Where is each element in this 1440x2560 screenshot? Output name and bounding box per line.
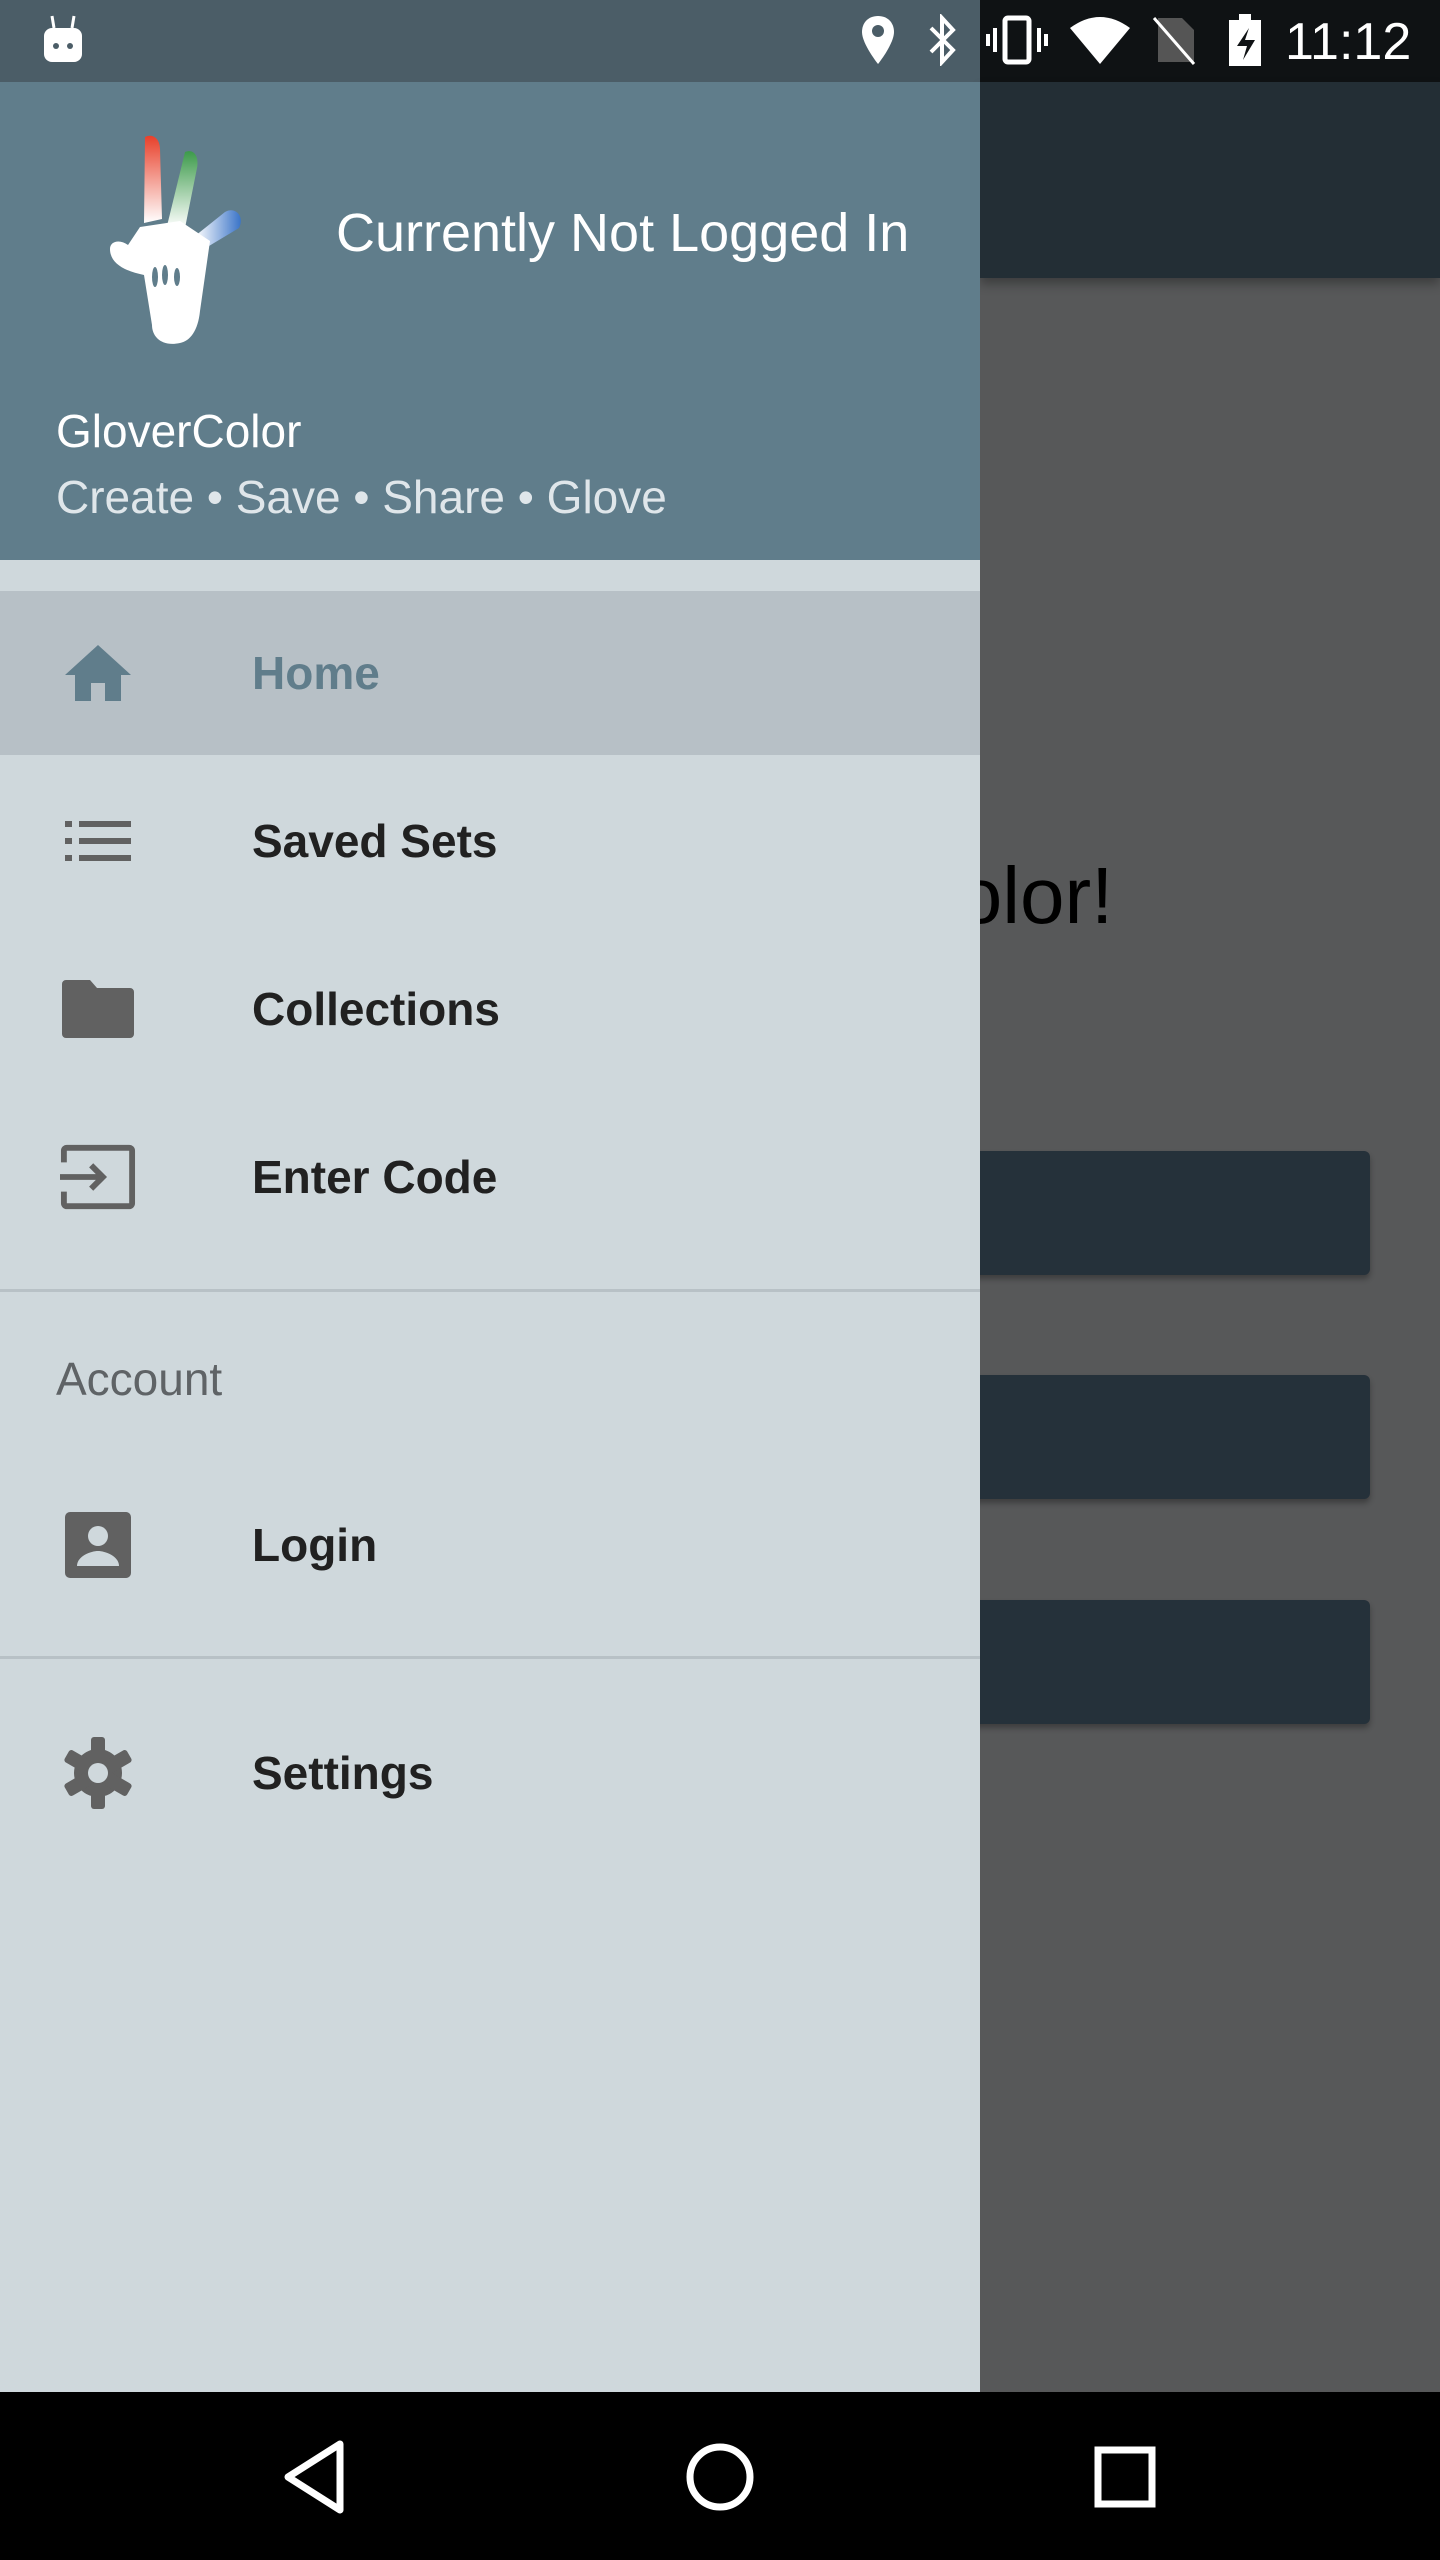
clock: 11:12 <box>1285 13 1412 71</box>
home-nav-icon[interactable] <box>675 2432 765 2522</box>
account-box-icon <box>60 1507 136 1583</box>
drawer-item-settings[interactable]: Settings <box>0 1691 980 1855</box>
bluetooth-icon <box>929 14 956 66</box>
wifi-icon <box>1070 17 1130 64</box>
location-icon <box>862 16 894 64</box>
folder-icon <box>60 971 136 1047</box>
drawer-item-label: Saved Sets <box>252 815 498 867</box>
glove-logo-icon <box>110 135 241 344</box>
list-icon <box>60 803 136 879</box>
account-section-title: Account <box>56 1353 223 1405</box>
app-toolbar <box>980 82 1440 278</box>
drawer-item-collections[interactable]: Collections <box>0 927 980 1091</box>
back-icon[interactable] <box>272 2432 362 2522</box>
divider <box>0 1289 980 1292</box>
drawer-header: Currently Not Logged In GloverColor Crea… <box>0 82 980 560</box>
app-name: GloverColor <box>56 405 302 457</box>
drawer-item-label: Settings <box>252 1747 434 1799</box>
android-debug-icon <box>44 15 82 62</box>
status-bar: 11:12 <box>0 0 1440 82</box>
status-bar-drawer-area <box>0 0 980 82</box>
vibrate-icon <box>986 15 1048 65</box>
drawer-item-label: Login <box>252 1519 378 1571</box>
main-button-3[interactable]: S <box>940 1600 1370 1724</box>
drawer-item-label: Enter Code <box>252 1151 498 1203</box>
home-icon <box>60 635 136 711</box>
battery-charging-icon <box>1229 14 1261 66</box>
drawer-item-enter-code[interactable]: Enter Code <box>0 1095 980 1259</box>
input-icon <box>60 1139 136 1215</box>
drawer-item-saved-sets[interactable]: Saved Sets <box>0 759 980 923</box>
drawer-item-home[interactable]: Home <box>0 591 980 755</box>
app-tagline: Create • Save • Share • Glove <box>56 471 667 523</box>
drawer-item-label: Collections <box>252 983 500 1035</box>
drawer-item-login[interactable]: Login <box>0 1463 980 1627</box>
recents-icon[interactable] <box>1080 2432 1170 2522</box>
drawer-item-label: Home <box>252 647 380 699</box>
system-navigation-bar <box>0 2392 1440 2560</box>
no-sim-icon <box>1152 17 1196 65</box>
main-button-2[interactable] <box>940 1375 1370 1499</box>
gear-icon <box>60 1735 136 1811</box>
login-status: Currently Not Logged In <box>336 203 910 263</box>
divider <box>0 1656 980 1659</box>
main-button-1[interactable] <box>940 1151 1370 1275</box>
navigation-drawer: Currently Not Logged In GloverColor Crea… <box>0 82 980 2392</box>
